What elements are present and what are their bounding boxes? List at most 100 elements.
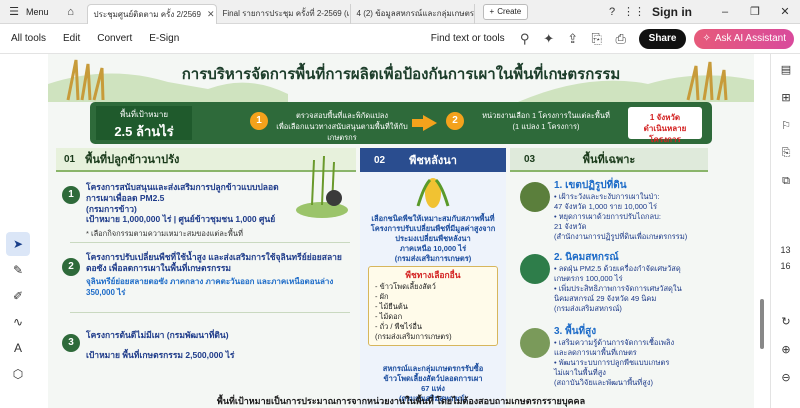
search-tools-icon[interactable]: ⚲: [513, 31, 537, 47]
tab-2-label: Final รายการประชุม ครั้งที่ 2-2569 (เติม…: [222, 9, 350, 18]
menu-convert[interactable]: Convert: [97, 33, 132, 44]
step-2-text: หน่วยงานเลือก 1 โครงการในแต่ละพื้นที่ (1…: [482, 111, 610, 131]
step-1-number: 1: [250, 112, 268, 130]
arrow-head-icon: [423, 115, 437, 131]
alternative-crops-title: พืชทางเลือกอื่น: [405, 270, 461, 280]
special-area-2-title: 2. นิคมสหกรณ์: [554, 252, 619, 263]
find-tools-button[interactable]: Find text or tools: [431, 33, 505, 44]
ai-assistant-label: Ask AI Assistant: [714, 33, 786, 44]
maximize-icon[interactable]: ❐: [740, 5, 770, 18]
comment-icon[interactable]: ✎: [6, 258, 30, 282]
target-box: พื้นที่เป้าหมาย 2.5 ล้านไร่: [96, 106, 192, 140]
ai-search-icon[interactable]: ✦: [537, 31, 561, 47]
highlight-icon[interactable]: ✐: [6, 284, 30, 308]
document-page: การบริหารจัดการพื้นที่การผลิตเพื่อป้องกั…: [48, 54, 754, 408]
crop-option: - ถั่ว / พืชไร่อื่น: [375, 322, 423, 331]
divider: [70, 242, 350, 243]
scrollbar-thumb[interactable]: [760, 299, 764, 349]
item-2-number: 2: [62, 258, 80, 276]
item-2-detail: จุลินทรีย์ย่อยสลายตอซัง ภาคกลาง ภาคตะวัน…: [86, 277, 334, 297]
cooperative-logo-icon: [520, 254, 550, 284]
title-bar: ☰ Menu ⌂ ประชุมศูนย์ติดตาม ครั้ง 2/2569 …: [0, 0, 800, 24]
close-icon[interactable]: ✕: [207, 9, 215, 20]
target-value: 2.5 ล้านไร่: [114, 124, 174, 139]
window-close-icon[interactable]: ✕: [770, 5, 800, 18]
tab-1[interactable]: ประชุมศูนย์ติดตาม ครั้ง 2/2569 ✕: [86, 3, 217, 24]
save-icon[interactable]: ⎘: [585, 31, 609, 47]
item-2-title: โครงการปรับเปลี่ยนพืชที่ใช้น้ำสูง และส่ง…: [86, 252, 342, 273]
section-2-number: 02: [374, 154, 386, 166]
refresh-icon[interactable]: ↻: [776, 311, 796, 331]
home-icon[interactable]: ⌂: [63, 4, 79, 20]
highland-logo-icon: [520, 328, 550, 358]
item-3-number: 3: [62, 334, 80, 352]
menu-icon[interactable]: ☰: [6, 4, 22, 20]
layers-icon[interactable]: ⧉: [776, 171, 796, 191]
land-reform-logo-icon: [520, 182, 550, 212]
special-area-3-text: • เสริมความรู้ด้านการจัดการเชื้อเพลิง แล…: [554, 338, 675, 387]
crop-option: - ผัก: [375, 292, 389, 301]
special-area-1-text: • เฝ้าระวังและระงับการเผาในป่า: 47 จังหว…: [554, 192, 688, 241]
alternative-crops-box: พืชทางเลือกอื่น - ข้าวโพดเลี้ยงสัตว์ - ผ…: [368, 266, 498, 346]
zoom-in-icon[interactable]: ⊕: [776, 339, 796, 359]
share-button[interactable]: Share: [638, 28, 687, 49]
thumbnails-icon[interactable]: ⊞: [776, 87, 796, 107]
page-title: การบริหารจัดการพื้นที่การผลิตเพื่อป้องกั…: [181, 66, 621, 83]
menu-label[interactable]: Menu: [26, 7, 49, 17]
step-1-text: ตรวจสอบพื้นที่และพิกัดแปลง เพื่อเลือกแนว…: [276, 111, 408, 142]
page-total: 16: [780, 261, 791, 271]
divider: [70, 312, 350, 313]
rice-field-icon: [296, 155, 348, 218]
draw-icon[interactable]: ∿: [6, 310, 30, 334]
menu-all-tools[interactable]: All tools: [11, 33, 46, 44]
right-sidebar: ▤ ⊞ ⚐ ⎘ ⧉ 13 16 ↻ ⊕ ⊖: [770, 54, 800, 408]
section-1-number: 01: [64, 153, 76, 165]
vertical-scrollbar[interactable]: [758, 54, 766, 408]
create-label: Create: [497, 7, 522, 16]
zoom-out-icon[interactable]: ⊖: [776, 367, 796, 387]
help-icon[interactable]: ?: [604, 4, 620, 20]
crop-change-project: เลือกชนิดพืชให้เหมาะสมกับสภาพพื้นที่ โคร…: [370, 214, 496, 263]
crop-option: - ไม้ดอก: [375, 312, 403, 321]
menu-edit[interactable]: Edit: [63, 33, 80, 44]
plus-icon: +: [489, 7, 495, 16]
page-current[interactable]: 13: [771, 245, 800, 255]
item-1-number: 1: [62, 186, 80, 204]
print-icon[interactable]: ⎙: [609, 31, 633, 47]
create-button[interactable]: + Create: [482, 3, 529, 20]
section-rice-area: 01 พื้นที่ปลูกข้าวนาปรัง 1 โครงการสนับสน…: [56, 148, 356, 408]
minimize-icon[interactable]: –: [710, 6, 740, 18]
ai-assistant-button[interactable]: ✧ Ask AI Assistant: [694, 28, 794, 49]
cursor-icon[interactable]: ➤: [6, 232, 30, 256]
corn-icon: [416, 178, 450, 208]
province-note: 1 จังหวัด ดำเนินหลายโครงการ: [628, 107, 702, 144]
item-1-goal: เป้าหมาย 1,000,000 ไร่ | ศูนย์ข้าวชุมชน …: [86, 214, 276, 224]
crop-option: (กรมส่งเสริมการเกษตร): [375, 332, 452, 341]
section-after-rice-crops: 02 พืชหลังนา เลือกชนิดพืชให้เหมาะสมกับสภ…: [360, 148, 506, 408]
step-2-number: 2: [446, 112, 464, 130]
tab-2[interactable]: Final รายการประชุม ครั้งที่ 2-2569 (เติม…: [217, 3, 351, 24]
item-3-title: โครงการต้นดีไม่มีเผา (กรมพัฒนาที่ดิน): [86, 330, 229, 340]
tab-3[interactable]: 4 (2) ข้อมูลสหกรณ์และกลุ่มเกษตรกรที่ปร..…: [351, 3, 475, 24]
special-area-1-title: 1. เขตปฏิรูปที่ดิน: [554, 180, 627, 191]
section-special-areas: 03 พื้นที่เฉพาะ 1. เขตปฏิรูปที่ดิน • เฝ้…: [510, 148, 708, 408]
text-icon[interactable]: A: [6, 336, 30, 360]
menu-bar: All tools Edit Convert E-Sign Find text …: [0, 24, 800, 54]
upload-icon[interactable]: ⇪: [561, 31, 585, 47]
sign-in-button[interactable]: Sign in: [652, 5, 692, 19]
attachments-icon[interactable]: ⎘: [776, 143, 796, 163]
footer-note: พื้นที่เป้าหมายเป็นการประมาณการจากหน่วยง…: [216, 396, 586, 406]
item-3-goal: เป้าหมาย พื้นที่เกษตรกรรม 2,500,000 ไร่: [86, 350, 235, 360]
tab-1-label: ประชุมศูนย์ติดตาม ครั้ง 2/2569: [93, 9, 201, 19]
comments-panel-icon[interactable]: ▤: [776, 59, 796, 79]
special-area-2-text: • ลดฝุ่น PM2.5 ด้วยเครื่องกำจัดเศษวัสดุ …: [554, 264, 682, 313]
section-3-title: พื้นที่เฉพาะ: [582, 154, 636, 166]
section-3-header: 03 พื้นที่เฉพาะ: [510, 148, 708, 172]
apps-icon[interactable]: ⋮⋮: [623, 4, 645, 20]
bookmark-icon[interactable]: ⚐: [776, 115, 796, 135]
left-toolbar: ➤ ✎ ✐ ∿ A ⬡: [0, 230, 36, 408]
menu-esign[interactable]: E-Sign: [149, 33, 179, 44]
stamp-icon[interactable]: ⬡: [6, 362, 30, 386]
tab-3-label: 4 (2) ข้อมูลสหกรณ์และกลุ่มเกษตรกรที่ปร..…: [356, 9, 475, 18]
ai-icon: ✧: [702, 33, 711, 44]
